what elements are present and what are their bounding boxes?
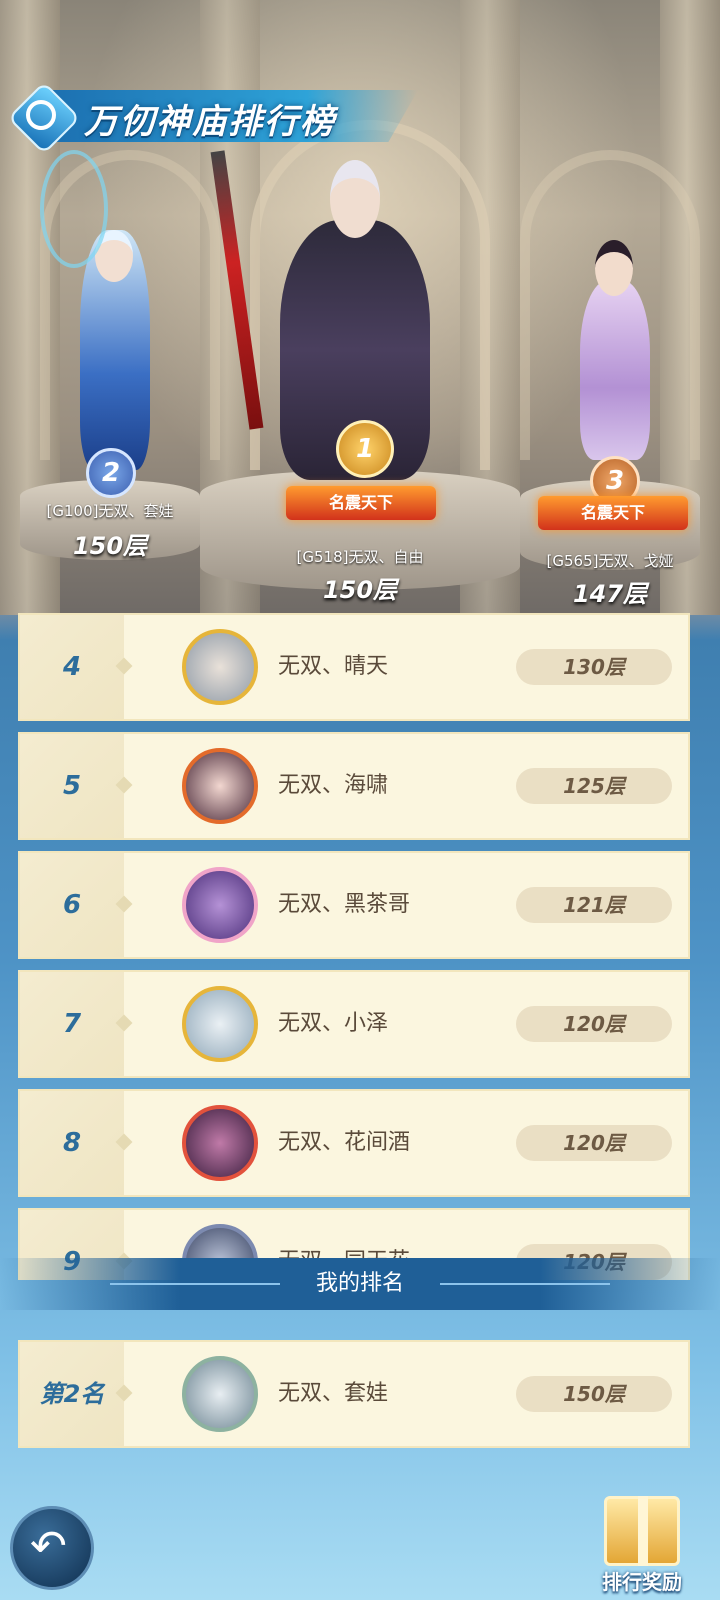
- podium-3-floor: 147层: [572, 580, 648, 608]
- rank-1-medal-icon: 1: [336, 420, 394, 478]
- ranking-row[interactable]: 6 无双、黑茶哥 121层: [18, 851, 690, 959]
- my-rank-number: 第2名: [39, 1380, 105, 1408]
- player-name: 无双、黑茶哥: [278, 892, 411, 917]
- player-name: 无双、海啸: [278, 773, 389, 798]
- floor-count: 130层: [516, 649, 672, 685]
- title-banner: 万仞神庙排行榜: [7, 81, 420, 155]
- back-button[interactable]: ↶: [10, 1506, 94, 1590]
- my-floor-count: 150层: [516, 1376, 672, 1412]
- my-rank-label: 我的排名: [315, 1271, 404, 1296]
- rank-number: 4: [62, 652, 82, 682]
- rank-2-medal-icon: 2: [86, 448, 136, 498]
- floor-count: 120层: [516, 1125, 672, 1161]
- reward-label: 排行奖励: [602, 1570, 682, 1594]
- podium-1-name[interactable]: [G518]无双、自由: [260, 546, 460, 567]
- my-rank-header: 我的排名: [0, 1258, 720, 1310]
- podium-2-floor: 150层: [72, 532, 148, 560]
- player-name: 无双、晴天: [278, 654, 389, 679]
- ranking-row[interactable]: 8 无双、花间酒 120层: [18, 1089, 690, 1197]
- ranking-row[interactable]: 7 无双、小泽 120层: [18, 970, 690, 1078]
- ring-icon: [26, 100, 56, 130]
- gift-ribbon: [638, 1496, 648, 1566]
- podium-1-floor: 150层: [322, 576, 398, 604]
- player-name: 无双、小泽: [278, 1011, 389, 1036]
- podium-3-name[interactable]: [G565]无双、戈娅: [520, 550, 700, 571]
- rank-number: 7: [62, 1009, 82, 1039]
- ranking-row[interactable]: 5 无双、海啸 125层: [18, 732, 690, 840]
- my-avatar[interactable]: [182, 1356, 258, 1432]
- player-avatar[interactable]: [182, 986, 258, 1062]
- podium-2-name[interactable]: [G100]无双、套娃: [20, 500, 200, 521]
- rank-number: 5: [62, 771, 82, 801]
- ranking-row[interactable]: 4 无双、晴天 130层: [18, 613, 690, 721]
- rank-number: 6: [62, 890, 82, 920]
- page-title: 万仞神庙排行榜: [84, 102, 336, 142]
- rank-number: 8: [62, 1128, 82, 1158]
- hero-figure-rank-3[interactable]: [540, 220, 690, 460]
- podium-1-fame-badge: 名震天下: [286, 486, 436, 520]
- floor-count: 120层: [516, 1006, 672, 1042]
- player-avatar[interactable]: [182, 867, 258, 943]
- podium-3-fame-badge: 名震天下: [538, 496, 688, 530]
- ranking-reward-button[interactable]: 排行奖励: [594, 1496, 690, 1600]
- player-name: 无双、花间酒: [278, 1130, 411, 1155]
- floor-count: 121层: [516, 887, 672, 923]
- player-avatar[interactable]: [182, 748, 258, 824]
- floor-count: 125层: [516, 768, 672, 804]
- ranking-list[interactable]: 4 无双、晴天 130层 5 无双、海啸 125层 6 无双、黑茶哥 121层 …: [0, 610, 720, 1280]
- hero-figure-rank-2[interactable]: [40, 150, 190, 480]
- back-arrow-icon: ↶: [30, 1521, 67, 1572]
- player-avatar[interactable]: [182, 629, 258, 705]
- my-player-name: 无双、套娃: [278, 1381, 389, 1406]
- my-rank-row[interactable]: 第2名 无双、套娃 150层: [18, 1340, 690, 1448]
- player-avatar[interactable]: [182, 1105, 258, 1181]
